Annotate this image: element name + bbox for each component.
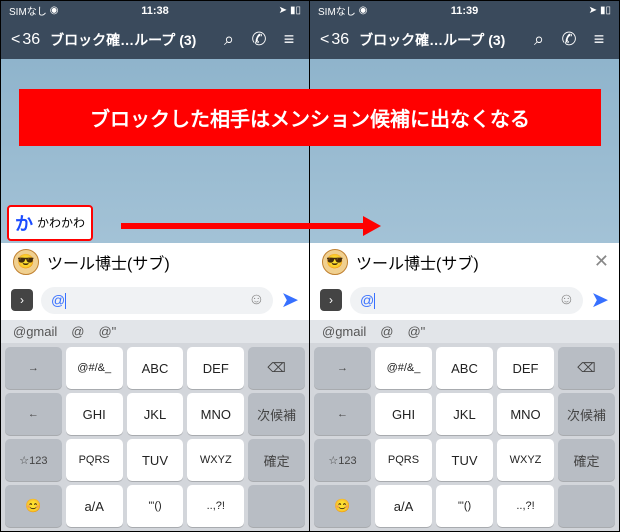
left-screenshot: SIMなし◉ 11:38 ➤▮▯ <36 ブロック確…ループ (3) ⌕ ✆ ≡… [1,1,309,531]
prediction[interactable]: @gmail [322,324,366,339]
chat-body: か かわかわ [1,59,309,243]
mention-row[interactable]: 😎 ツール博士(サブ) [1,243,309,281]
key-←[interactable]: ← [5,393,62,435]
key-←[interactable]: ← [314,393,371,435]
prediction-bar: @gmail @ @" [310,320,619,343]
key-PQRS[interactable]: PQRS [375,439,432,481]
mention-user: ツール博士(サブ) [356,250,479,274]
key-😊[interactable]: 😊 [5,485,62,527]
attach-icon[interactable]: › [320,289,342,311]
key-確定[interactable]: 確定 [248,439,305,481]
location-icon: ➤ [279,5,287,16]
key-次候補[interactable]: 次候補 [558,393,615,435]
key-⌫[interactable]: ⌫ [248,347,305,389]
annotation-arrow [121,219,381,233]
prediction-bar: @gmail @ @" [1,320,309,343]
message-input[interactable]: @ ☺ [350,287,583,314]
emoji-icon[interactable]: ☺ [248,291,264,309]
prediction[interactable]: @gmail [13,324,57,339]
key-PQRS[interactable]: PQRS [66,439,123,481]
location-icon: ➤ [589,5,597,16]
key-@#/&_[interactable]: @#/&_ [375,347,432,389]
chat-header: <36 ブロック確…ループ (3) ⌕ ✆ ≡ [310,20,619,59]
annotation-banner: ブロックした相手はメンション候補に出なくなる [19,89,601,146]
message-input[interactable]: @ ☺ [41,287,273,314]
battery-icon: ▮▯ [600,5,611,16]
avatar-icon: 😎 [13,249,39,275]
key-ABC[interactable]: ABC [436,347,493,389]
key-blank[interactable] [248,485,305,527]
key-JKL[interactable]: JKL [127,393,184,435]
status-bar: SIMなし◉ 11:39 ➤▮▯ [310,1,619,20]
message-input-row: › @ ☺ ➤ [1,281,309,320]
chat-body [310,59,619,243]
chat-title: ブロック確…ループ (3) [359,30,519,50]
call-icon[interactable]: ✆ [559,29,579,50]
wifi-icon: ◉ [359,5,368,16]
right-screenshot: SIMなし◉ 11:39 ➤▮▯ <36 ブロック確…ループ (3) ⌕ ✆ ≡… [310,1,619,531]
prediction[interactable]: @ [380,324,393,339]
chat-title: ブロック確…ループ (3) [50,30,209,50]
avatar-icon: 😎 [322,249,348,275]
send-button[interactable]: ➤ [281,287,299,313]
key-WXYZ[interactable]: WXYZ [187,439,244,481]
key-..,?![interactable]: ..,?! [497,485,554,527]
call-icon[interactable]: ✆ [249,29,269,50]
mention-row[interactable]: 😎 ツール博士(サブ) ✕ [310,243,619,281]
key-JKL[interactable]: JKL [436,393,493,435]
message-input-row: › @ ☺ ➤ [310,281,619,320]
prediction[interactable]: @" [98,324,116,339]
key-→[interactable]: → [5,347,62,389]
key-→[interactable]: → [314,347,371,389]
close-icon[interactable]: ✕ [594,251,609,272]
send-button[interactable]: ➤ [591,287,609,313]
key-😊[interactable]: 😊 [314,485,371,527]
back-button[interactable]: <36 [11,31,40,49]
key-WXYZ[interactable]: WXYZ [497,439,554,481]
mention-candidate[interactable]: か かわかわ [7,205,93,241]
search-icon[interactable]: ⌕ [529,29,549,50]
prediction[interactable]: @" [407,324,425,339]
keyboard: →@#/&_ABCDEF⌫ ←GHIJKLMNO次候補 ☆123PQRSTUVWXY… [310,343,619,531]
attach-icon[interactable]: › [11,289,33,311]
avatar-letter: か [15,210,33,236]
key-TUV[interactable]: TUV [127,439,184,481]
key-MNO[interactable]: MNO [187,393,244,435]
status-bar: SIMなし◉ 11:38 ➤▮▯ [1,1,309,20]
keyboard: →@#/&_ABCDEF⌫ ←GHIJKLMNO次候補 ☆123PQRSTUVWXY… [1,343,309,531]
key-'"()[interactable]: '"() [436,485,493,527]
wifi-icon: ◉ [50,5,59,16]
key-GHI[interactable]: GHI [375,393,432,435]
key-☆123[interactable]: ☆123 [5,439,62,481]
key-ABC[interactable]: ABC [127,347,184,389]
back-button[interactable]: <36 [320,31,349,49]
key-@#/&_[interactable]: @#/&_ [66,347,123,389]
menu-icon[interactable]: ≡ [589,29,609,50]
mention-user: ツール博士(サブ) [47,250,170,274]
key-次候補[interactable]: 次候補 [248,393,305,435]
mention-name: かわかわ [37,214,85,231]
key-'"()[interactable]: '"() [127,485,184,527]
battery-icon: ▮▯ [290,5,301,16]
key-DEF[interactable]: DEF [497,347,554,389]
key-a/A[interactable]: a/A [375,485,432,527]
emoji-icon[interactable]: ☺ [558,291,574,309]
key-確定[interactable]: 確定 [558,439,615,481]
chat-header: <36 ブロック確…ループ (3) ⌕ ✆ ≡ [1,20,309,59]
key-☆123[interactable]: ☆123 [314,439,371,481]
key-MNO[interactable]: MNO [497,393,554,435]
key-blank[interactable] [558,485,615,527]
key-TUV[interactable]: TUV [436,439,493,481]
key-a/A[interactable]: a/A [66,485,123,527]
menu-icon[interactable]: ≡ [279,29,299,50]
prediction[interactable]: @ [71,324,84,339]
key-GHI[interactable]: GHI [66,393,123,435]
key-..,?![interactable]: ..,?! [187,485,244,527]
key-⌫[interactable]: ⌫ [558,347,615,389]
key-DEF[interactable]: DEF [187,347,244,389]
search-icon[interactable]: ⌕ [219,29,239,50]
